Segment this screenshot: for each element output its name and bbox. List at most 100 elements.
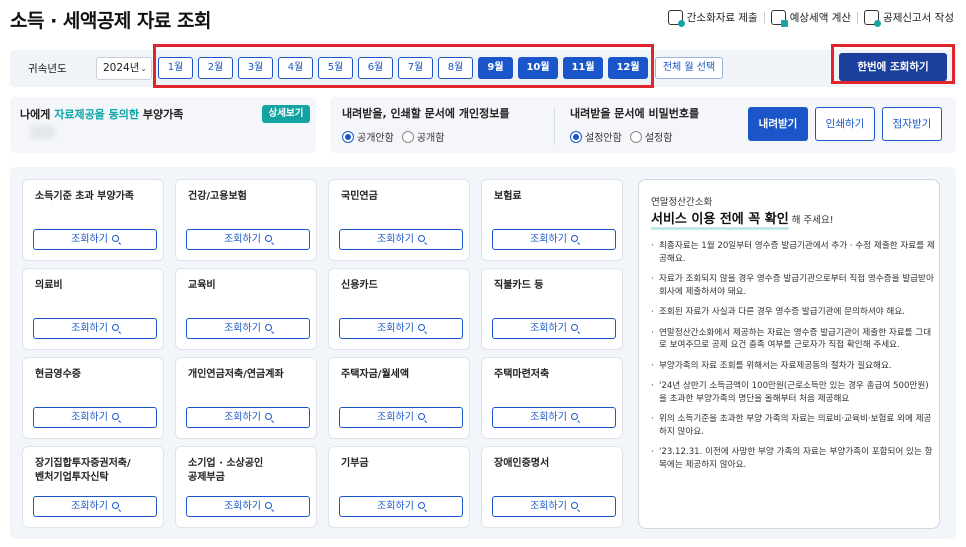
simplified-data-submit-label: 간소화자료 제출 (686, 12, 758, 24)
estimated-tax-label: 예상세액 계산 (789, 12, 852, 24)
search-icon (417, 235, 425, 242)
card-housing-savings: 주택마련저축 조회하기 (481, 357, 623, 439)
radio-no-password[interactable]: 설정안함 (570, 129, 622, 144)
top-links: 간소화자료 제출 예상세액 계산 공제신고서 작성 (667, 10, 954, 27)
notice-item: '24년 상반기 소득금액이 100만원(근로소득만 있는 경우 총급여 500… (651, 380, 935, 405)
document-submit-icon (667, 10, 685, 27)
blurred-name (30, 125, 56, 139)
query-button[interactable]: 조회하기 (186, 229, 310, 250)
search-icon (417, 324, 425, 331)
card-insurance-premium: 보험료 조회하기 (481, 179, 623, 261)
query-button-label: 조회하기 (530, 234, 567, 245)
radio-label: 설정함 (644, 133, 673, 144)
download-button[interactable]: 내려받기 (748, 107, 808, 141)
search-icon (570, 502, 578, 509)
radio-label: 설정안함 (585, 133, 622, 144)
query-button[interactable]: 조회하기 (33, 318, 157, 339)
consent-text: 나에게 자료제공을 동의한 부양가족 (20, 106, 183, 122)
notice-heading: 서비스 이용 전에 꼭 확인 해 주세요! (651, 208, 834, 230)
query-button-label: 조회하기 (530, 323, 567, 334)
year-select-value: 2024년 (103, 62, 140, 74)
query-button[interactable]: 조회하기 (339, 407, 463, 428)
query-button[interactable]: 조회하기 (33, 229, 157, 250)
card-title: 신용카드 (341, 280, 378, 291)
password-option: 내려받을 문서에 비밀번호를 설정안함 설정함 (570, 105, 699, 144)
card-medical-expense: 의료비 조회하기 (22, 268, 164, 350)
notice-item: 연말정산간소화에서 제공하는 자료는 영수증 발급기관이 제출한 자료를 그대로… (651, 327, 935, 352)
deduction-form-link[interactable]: 공제신고서 작성 (864, 10, 954, 27)
query-button-label: 조회하기 (377, 234, 414, 245)
notice-item: 최종자료는 1월 20일부터 영수증 발급기관에서 추가 · 수정 제출한 자료… (651, 240, 935, 265)
search-icon (264, 235, 272, 242)
card-title: 건강/고용보험 (188, 191, 247, 202)
query-button[interactable]: 조회하기 (339, 229, 463, 250)
radio-set-password[interactable]: 설정함 (629, 129, 673, 144)
divider (554, 107, 555, 145)
search-icon (417, 502, 425, 509)
radio-dot (629, 130, 642, 143)
query-button-label: 조회하기 (377, 323, 414, 334)
card-title: 보험료 (494, 191, 522, 202)
query-highlight-box (831, 44, 955, 84)
card-title: 장애인증명서 (494, 458, 550, 469)
query-button[interactable]: 조회하기 (33, 496, 157, 517)
divider (763, 11, 765, 24)
notice-item: 조회된 자료가 사실과 다른 경우 영수증 발급기관에 문의하셔야 해요. (651, 306, 935, 319)
radio-label: 공개함 (416, 133, 445, 144)
radio-dot (401, 130, 414, 143)
search-icon (111, 324, 119, 331)
query-button[interactable]: 조회하기 (33, 407, 157, 428)
year-select[interactable]: 2024년 ⌄ (96, 57, 152, 80)
simplified-data-submit-link[interactable]: 간소화자료 제출 (667, 10, 758, 27)
personal-info-title: 내려받을, 인쇄할 문서에 개인정보를 (342, 107, 510, 120)
radio-hide-personal-info[interactable]: 공개안함 (342, 129, 394, 144)
card-title: 국민연금 (341, 191, 378, 202)
category-area: 소득기준 초과 부양가족 조회하기 건강/고용보험 조회하기 국민연금 조회하기… (10, 167, 956, 539)
card-title: 소득기준 초과 부양가족 (35, 191, 134, 202)
card-pension-savings: 개인연금저축/연금계좌 조회하기 (175, 357, 317, 439)
search-icon (570, 235, 578, 242)
card-title: 직불카드 등 (494, 280, 544, 291)
card-national-pension: 국민연금 조회하기 (328, 179, 470, 261)
query-button-label: 조회하기 (71, 501, 108, 512)
radio-show-personal-info[interactable]: 공개함 (401, 129, 445, 144)
detail-view-button[interactable]: 상세보기 (262, 105, 310, 123)
radio-dot-selected (570, 130, 582, 143)
radio-label: 공개안함 (357, 133, 394, 144)
card-title: 소기업 · 소상공인 공제부금 (188, 458, 264, 483)
download-options-panel: 내려받을, 인쇄할 문서에 개인정보를 공개안함 공개함 내려받을 문서에 비밀… (330, 97, 956, 153)
estimated-tax-link[interactable]: 예상세액 계산 (770, 10, 852, 27)
query-button[interactable]: 조회하기 (339, 318, 463, 339)
select-all-months-button[interactable]: 전체 월 선택 (655, 57, 723, 79)
deduction-form-label: 공제신고서 작성 (883, 12, 954, 24)
query-button-label: 조회하기 (377, 412, 414, 423)
query-button[interactable]: 조회하기 (186, 318, 310, 339)
page-header: 소득 · 세액공제 자료 조회 간소화자료 제출 예상세액 계산 공제신고서 작… (0, 0, 966, 40)
notice-panel: 연말정산간소화 서비스 이용 전에 꼭 확인 해 주세요! 최종자료는 1월 2… (638, 179, 940, 529)
query-button[interactable]: 조회하기 (492, 229, 616, 250)
braille-button[interactable]: 점자받기 (882, 107, 942, 141)
calculator-icon (770, 10, 788, 27)
query-button[interactable]: 조회하기 (186, 407, 310, 428)
month-highlight-box (153, 44, 654, 88)
print-button[interactable]: 인쇄하기 (815, 107, 875, 141)
document-edit-icon (864, 10, 882, 27)
consent-suffix: 부양가족 (139, 108, 184, 121)
query-button-label: 조회하기 (530, 412, 567, 423)
search-icon (264, 324, 272, 331)
radio-dot-selected (342, 130, 354, 143)
card-education-expense: 교육비 조회하기 (175, 268, 317, 350)
card-income-exceed-dependents: 소득기준 초과 부양가족 조회하기 (22, 179, 164, 261)
year-label: 귀속년도 (28, 63, 67, 75)
query-button-label: 조회하기 (224, 501, 261, 512)
query-button[interactable]: 조회하기 (339, 496, 463, 517)
query-button[interactable]: 조회하기 (492, 318, 616, 339)
notice-subtitle: 연말정산간소화 (651, 197, 713, 208)
card-credit-card: 신용카드 조회하기 (328, 268, 470, 350)
query-button[interactable]: 조회하기 (186, 496, 310, 517)
query-button[interactable]: 조회하기 (492, 407, 616, 428)
query-button-label: 조회하기 (530, 501, 567, 512)
query-button[interactable]: 조회하기 (492, 496, 616, 517)
notice-heading-tail: 해 주세요! (788, 215, 834, 226)
query-button-label: 조회하기 (224, 323, 261, 334)
